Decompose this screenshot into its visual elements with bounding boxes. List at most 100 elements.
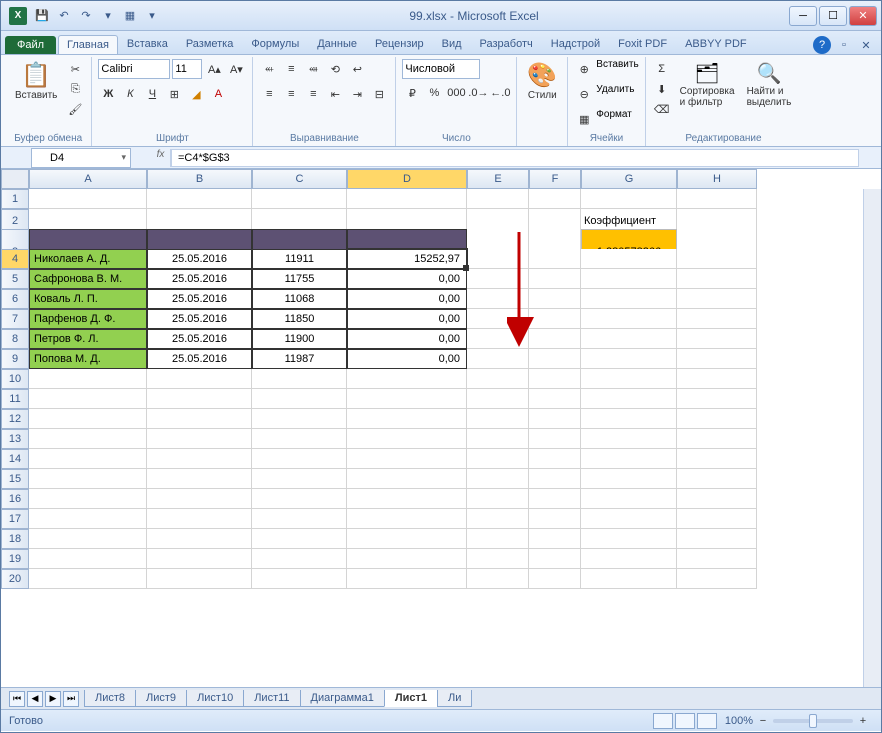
cell-E5[interactable] [467,269,529,289]
decrease-decimal-icon[interactable]: ←.0 [490,83,510,103]
column-header-C[interactable]: C [252,169,347,189]
orientation-icon[interactable]: ⟲ [325,59,345,79]
cell-B13[interactable] [147,429,252,449]
cell-H14[interactable] [677,449,757,469]
column-header-F[interactable]: F [529,169,581,189]
table-cell[interactable]: 25.05.2016 [147,309,252,329]
sheet-tab-Лист11[interactable]: Лист11 [243,690,300,707]
tab-nav-first[interactable]: ⏮ [9,691,25,707]
cell-A16[interactable] [29,489,147,509]
cell-G8[interactable] [581,329,677,349]
find-select-button[interactable]: 🔍 Найти и выделить [743,59,796,110]
cell-E18[interactable] [467,529,529,549]
cell-B20[interactable] [147,569,252,589]
cell-B11[interactable] [147,389,252,409]
cell-E16[interactable] [467,489,529,509]
cell-E8[interactable] [467,329,529,349]
cell-A13[interactable] [29,429,147,449]
table-cell[interactable]: 25.05.2016 [147,329,252,349]
tab-layout[interactable]: Разметка [177,34,243,54]
cell-F13[interactable] [529,429,581,449]
cell-G11[interactable] [581,389,677,409]
cell-C1[interactable] [252,189,347,209]
close-button[interactable]: ✕ [849,6,877,26]
zoom-slider[interactable] [773,719,853,723]
align-top-icon[interactable]: ⬴ [259,59,279,79]
view-pagebreak-icon[interactable] [697,713,717,729]
spreadsheet-grid[interactable]: ABCDEFGH12Коэффициент3ИмяДатаСтавка, руб… [1,169,881,687]
save-icon[interactable]: 💾 [33,7,51,25]
cell-D14[interactable] [347,449,467,469]
cut-icon[interactable]: ✂ [65,59,85,79]
table-cell[interactable]: Сафронова В. М. [29,269,147,289]
align-middle-icon[interactable]: ≡ [281,59,301,79]
row-header-12[interactable]: 12 [1,409,29,429]
cell-F9[interactable] [529,349,581,369]
tab-abbyy[interactable]: ABBYY PDF [676,34,756,54]
border-icon[interactable]: ⊞ [164,84,184,104]
table-cell[interactable]: Парфенов Д. Ф. [29,309,147,329]
sheet-tab-Лист1[interactable]: Лист1 [384,690,438,707]
cell-G6[interactable] [581,289,677,309]
cell-C11[interactable] [252,389,347,409]
column-header-G[interactable]: G [581,169,677,189]
increase-indent-icon[interactable]: ⇥ [347,84,367,104]
row-header-8[interactable]: 8 [1,329,29,349]
clear-icon[interactable]: ⌫ [652,99,672,119]
cell-D11[interactable] [347,389,467,409]
wrap-text-icon[interactable]: ↩ [347,59,367,79]
tab-home[interactable]: Главная [58,35,118,54]
cell-H12[interactable] [677,409,757,429]
decrease-indent-icon[interactable]: ⇤ [325,84,345,104]
cell-A20[interactable] [29,569,147,589]
cell-H18[interactable] [677,529,757,549]
row-header-19[interactable]: 19 [1,549,29,569]
table-cell[interactable]: 0,00 [347,289,467,309]
format-cells-icon[interactable]: ▦ [574,109,594,129]
cell-G17[interactable] [581,509,677,529]
cell-H8[interactable] [677,329,757,349]
table-cell[interactable]: Коваль Л. П. [29,289,147,309]
cell-H5[interactable] [677,269,757,289]
insert-cells-icon[interactable]: ⊕ [574,59,594,79]
tab-addins[interactable]: Надстрой [542,34,609,54]
fx-button[interactable]: fx [151,149,171,167]
increase-decimal-icon[interactable]: .0→ [468,83,488,103]
help-icon[interactable]: ? [813,36,831,54]
maximize-button[interactable]: ☐ [819,6,847,26]
cell-G14[interactable] [581,449,677,469]
cell-H20[interactable] [677,569,757,589]
row-header-17[interactable]: 17 [1,509,29,529]
table-cell[interactable]: 11850 [252,309,347,329]
cell-D12[interactable] [347,409,467,429]
sheet-tab-Лист10[interactable]: Лист10 [186,690,244,707]
cell-D20[interactable] [347,569,467,589]
cell-D15[interactable] [347,469,467,489]
cell-H15[interactable] [677,469,757,489]
cell-F6[interactable] [529,289,581,309]
cell-H17[interactable] [677,509,757,529]
minimize-ribbon-icon[interactable]: ▫ [835,36,853,54]
undo-icon[interactable]: ↶ [55,7,73,25]
table-cell[interactable]: 11068 [252,289,347,309]
formula-bar[interactable]: =C4*$G$3 [171,149,859,167]
cell-D18[interactable] [347,529,467,549]
table-cell[interactable]: 0,00 [347,269,467,289]
table-cell[interactable]: 25.05.2016 [147,349,252,369]
copy-icon[interactable]: ⎘ [65,79,85,99]
cell-F18[interactable] [529,529,581,549]
font-name-select[interactable] [98,59,170,79]
comma-icon[interactable]: 000 [446,83,466,103]
fill-icon[interactable]: ⬇ [652,79,672,99]
fill-handle[interactable] [463,265,469,271]
bold-button[interactable]: Ж [98,84,118,104]
table-cell[interactable]: 11911 [252,249,347,269]
cell-E11[interactable] [467,389,529,409]
file-tab[interactable]: Файл [5,36,56,54]
tab-view[interactable]: Вид [433,34,471,54]
row-header-11[interactable]: 11 [1,389,29,409]
table-cell[interactable]: 11755 [252,269,347,289]
cell-G15[interactable] [581,469,677,489]
cell-E6[interactable] [467,289,529,309]
table-cell[interactable]: 25.05.2016 [147,289,252,309]
